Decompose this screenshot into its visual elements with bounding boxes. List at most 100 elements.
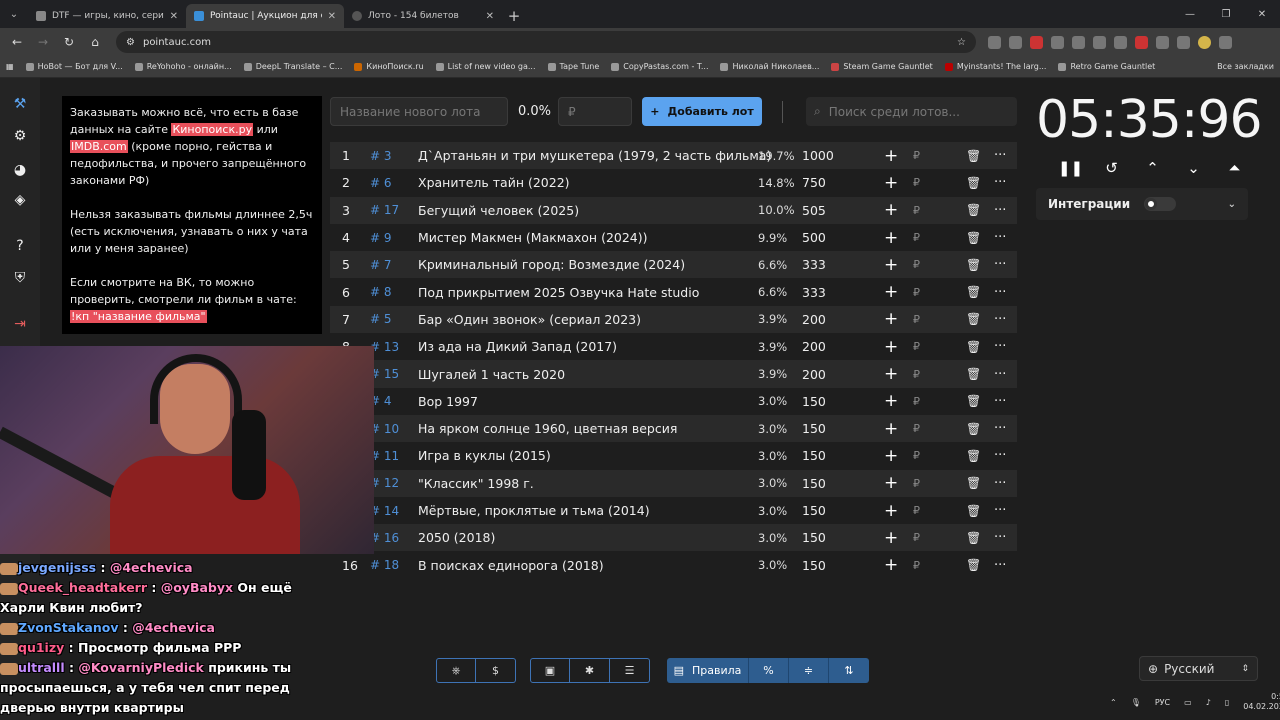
ruble-icon[interactable]: ₽ bbox=[913, 504, 920, 517]
lot-name[interactable]: Криминальный город: Возмездие (2024) bbox=[418, 257, 685, 272]
lot-amount[interactable]: 150 bbox=[802, 476, 826, 491]
bookmark-item[interactable]: Steam Game Gauntlet bbox=[831, 62, 933, 71]
more-dots-icon[interactable]: ··· bbox=[994, 476, 1006, 491]
bookmark-item[interactable]: List of new video ga... bbox=[435, 62, 536, 71]
all-bookmarks[interactable]: Все закладки bbox=[1217, 62, 1274, 71]
add-amount-plus-icon[interactable]: + bbox=[884, 446, 898, 466]
add-amount-plus-icon[interactable]: + bbox=[884, 419, 898, 439]
shield-icon[interactable]: ⛨ bbox=[10, 268, 30, 288]
ruble-icon[interactable]: ₽ bbox=[913, 340, 920, 353]
imdb-link[interactable]: IMDB.com bbox=[70, 140, 128, 153]
ruble-icon[interactable]: ₽ bbox=[913, 422, 920, 435]
extension-icon[interactable] bbox=[988, 35, 1001, 49]
battery-icon[interactable]: ▯ bbox=[1225, 698, 1229, 707]
extension-icon[interactable] bbox=[1030, 35, 1043, 49]
tab-pointauc[interactable]: Pointauc | Аукцион для стрим ✕ bbox=[186, 4, 344, 28]
add-amount-plus-icon[interactable]: + bbox=[884, 501, 898, 521]
auction-gavel-icon[interactable]: ⚒ bbox=[10, 94, 30, 114]
delete-trash-icon[interactable]: 🗑 bbox=[966, 422, 981, 436]
more-dots-icon[interactable]: ··· bbox=[994, 339, 1006, 354]
extension-icon[interactable] bbox=[1093, 35, 1106, 49]
more-dots-icon[interactable]: ··· bbox=[994, 448, 1006, 463]
lot-id[interactable]: # 12 bbox=[370, 476, 399, 490]
lot-amount[interactable]: 505 bbox=[802, 203, 826, 218]
ruble-icon[interactable]: ₽ bbox=[913, 395, 920, 408]
language-select[interactable]: ⊕ Русский ⇕ bbox=[1139, 656, 1258, 681]
bookmark-item[interactable]: ReYohoho - онлайн... bbox=[134, 62, 232, 71]
more-dots-icon[interactable]: ··· bbox=[994, 312, 1006, 327]
more-dots-icon[interactable]: ··· bbox=[994, 367, 1006, 382]
input-language[interactable]: РУС bbox=[1155, 698, 1170, 707]
ruble-icon[interactable]: ₽ bbox=[913, 449, 920, 462]
close-tab-icon[interactable]: ✕ bbox=[170, 11, 178, 22]
more-dots-icon[interactable]: ··· bbox=[994, 175, 1006, 190]
lot-amount[interactable]: 200 bbox=[802, 312, 826, 327]
double-up-icon[interactable]: ⏶ bbox=[1214, 158, 1255, 178]
extension-icon[interactable] bbox=[1135, 35, 1148, 49]
lot-id[interactable]: # 6 bbox=[370, 176, 392, 190]
lot-name[interactable]: Хранитель тайн (2022) bbox=[418, 175, 570, 190]
add-time-icon[interactable]: ⌃ bbox=[1132, 158, 1173, 178]
delete-trash-icon[interactable]: 🗑 bbox=[966, 394, 981, 408]
lot-id[interactable]: # 15 bbox=[370, 367, 399, 381]
percent-toggle-icon[interactable]: % bbox=[749, 658, 789, 683]
lot-id[interactable]: # 7 bbox=[370, 258, 392, 272]
add-amount-plus-icon[interactable]: + bbox=[884, 282, 898, 302]
lot-row[interactable]: 4 # 9 Мистер Макмен (Макмахон (2024)) 9.9% 5… bbox=[330, 224, 1017, 251]
add-amount-plus-icon[interactable]: + bbox=[884, 528, 898, 548]
tab-loto[interactable]: Лото - 154 билетов ✕ bbox=[344, 4, 502, 28]
ruble-icon[interactable]: ₽ bbox=[913, 204, 920, 217]
close-tab-icon[interactable]: ✕ bbox=[486, 11, 494, 22]
delete-trash-icon[interactable]: 🗑 bbox=[966, 149, 981, 163]
lot-id[interactable]: # 8 bbox=[370, 285, 392, 299]
add-amount-plus-icon[interactable]: + bbox=[884, 555, 898, 575]
menu-dots-icon[interactable] bbox=[1219, 35, 1232, 49]
lot-name[interactable]: Д`Артаньян и три мушкетера (1979, 2 част… bbox=[418, 148, 771, 163]
lot-row[interactable]: 14# 14Мёртвые, проклятые и тьма (2014)3.… bbox=[330, 497, 1017, 524]
ruble-icon[interactable]: ₽ bbox=[913, 559, 920, 572]
more-dots-icon[interactable]: ··· bbox=[994, 257, 1006, 272]
bookmark-item[interactable]: Myinstants! The larg... bbox=[944, 62, 1046, 71]
lot-amount[interactable]: 333 bbox=[802, 285, 826, 300]
add-amount-plus-icon[interactable]: + bbox=[884, 473, 898, 493]
lot-row[interactable]: 16 # 18 В поисках единорога (2018) 3.0% 150 +… bbox=[330, 551, 1017, 578]
compact-view-icon[interactable]: ≑ bbox=[789, 658, 829, 683]
extension-icon[interactable] bbox=[1009, 35, 1022, 49]
ruble-icon[interactable]: ₽ bbox=[913, 231, 920, 244]
forward-icon[interactable]: → bbox=[32, 31, 54, 53]
more-dots-icon[interactable]: ··· bbox=[994, 203, 1006, 218]
integrations-panel[interactable]: Интеграции ⌄ bbox=[1036, 188, 1248, 220]
tab-dtf[interactable]: DTF — игры, кино, сериалы, р ✕ bbox=[28, 4, 186, 28]
lot-row[interactable]: 7 # 5 Бар «Один звонок» (сериал 2023) 3.9% 2… bbox=[330, 305, 1017, 334]
add-amount-plus-icon[interactable]: + bbox=[884, 309, 898, 329]
new-lot-amount-input[interactable]: ₽ bbox=[558, 97, 632, 126]
more-dots-icon[interactable]: ··· bbox=[994, 558, 1006, 573]
ruble-icon[interactable]: ₽ bbox=[913, 286, 920, 299]
more-dots-icon[interactable]: ··· bbox=[994, 230, 1006, 245]
lot-row[interactable]: 6 # 8 Под прикрытием 2025 Озвучка Hate stu… bbox=[330, 278, 1017, 305]
ruble-icon[interactable]: ₽ bbox=[913, 149, 920, 162]
maximize-icon[interactable]: ❐ bbox=[1208, 0, 1244, 28]
extension-icon[interactable] bbox=[1156, 35, 1169, 49]
delete-trash-icon[interactable]: 🗑 bbox=[966, 449, 981, 463]
close-window-icon[interactable]: ✕ bbox=[1244, 0, 1280, 28]
delete-trash-icon[interactable]: 🗑 bbox=[966, 476, 981, 490]
bookmark-item[interactable]: Retro Game Gauntlet bbox=[1058, 62, 1155, 71]
lot-amount[interactable]: 150 bbox=[802, 530, 826, 545]
help-icon[interactable]: ? bbox=[10, 236, 30, 256]
delete-trash-icon[interactable]: 🗑 bbox=[966, 312, 981, 326]
ruble-icon[interactable]: ₽ bbox=[913, 313, 920, 326]
lot-id[interactable]: # 9 bbox=[370, 231, 392, 245]
taskbar-clock[interactable]: 0:5104.02.2026 bbox=[1243, 692, 1280, 712]
more-dots-icon[interactable]: ··· bbox=[994, 285, 1006, 300]
lot-amount[interactable]: 150 bbox=[802, 503, 826, 518]
ruble-icon[interactable]: ₽ bbox=[913, 368, 920, 381]
tab-search-button[interactable]: ⌄ bbox=[0, 0, 28, 28]
close-tab-icon[interactable]: ✕ bbox=[328, 11, 336, 22]
delete-trash-icon[interactable]: 🗑 bbox=[966, 176, 981, 190]
delete-trash-icon[interactable]: 🗑 bbox=[966, 285, 981, 299]
more-dots-icon[interactable]: ··· bbox=[994, 503, 1006, 518]
lot-name[interactable]: "Классик" 1998 г. bbox=[418, 476, 534, 491]
delete-trash-icon[interactable]: 🗑 bbox=[966, 558, 981, 572]
lot-amount[interactable]: 750 bbox=[802, 175, 826, 190]
